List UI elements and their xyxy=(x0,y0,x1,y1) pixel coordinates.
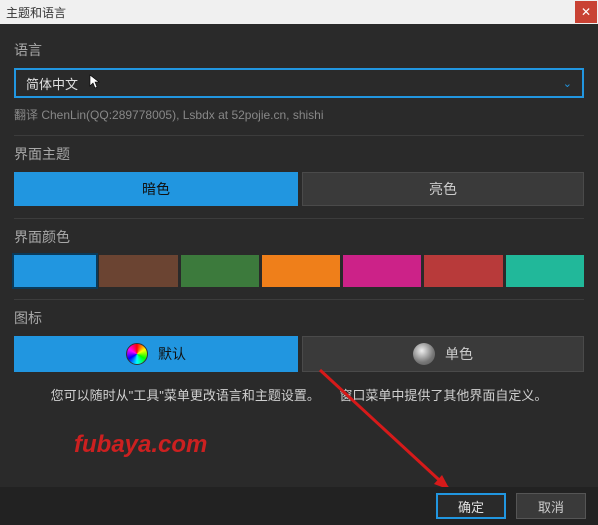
icons-default-label: 默认 xyxy=(158,344,186,364)
cancel-button[interactable]: 取消 xyxy=(516,493,586,519)
language-dropdown[interactable]: 简体中文 ⌄ xyxy=(14,68,584,98)
footer: 确定 取消 xyxy=(0,487,598,525)
theme-label: 界面主题 xyxy=(14,144,584,164)
window-title: 主题和语言 xyxy=(6,4,66,21)
color-swatch[interactable] xyxy=(262,255,340,287)
language-label: 语言 xyxy=(14,40,584,60)
color-swatch[interactable] xyxy=(424,255,502,287)
hint-text: 您可以随时从"工具"菜单更改语言和主题设置。 窗口菜单中提供了其他界面自定义。 xyxy=(14,386,584,407)
ok-button[interactable]: 确定 xyxy=(436,493,506,519)
color-swatch[interactable] xyxy=(343,255,421,287)
icons-mono-button[interactable]: 单色 xyxy=(302,336,584,372)
icons-label: 图标 xyxy=(14,308,584,328)
color-swatch[interactable] xyxy=(181,255,259,287)
color-label: 界面颜色 xyxy=(14,227,584,247)
cursor-icon xyxy=(88,74,102,93)
close-icon[interactable]: ✕ xyxy=(575,1,597,23)
watermark: fubaya.com xyxy=(14,431,584,459)
color-swatch[interactable] xyxy=(14,255,96,287)
translation-credits: 翻译 ChenLin(QQ:289778005), Lsbdx at 52poj… xyxy=(14,106,584,123)
divider xyxy=(14,299,584,300)
icons-mono-label: 单色 xyxy=(445,344,473,364)
theme-light-button[interactable]: 亮色 xyxy=(302,172,584,206)
divider xyxy=(14,135,584,136)
theme-dark-button[interactable]: 暗色 xyxy=(14,172,298,206)
color-swatch[interactable] xyxy=(99,255,177,287)
mono-circle-icon xyxy=(413,343,435,365)
color-swatch-row xyxy=(14,255,584,287)
icons-default-button[interactable]: 默认 xyxy=(14,336,298,372)
color-wheel-icon xyxy=(126,343,148,365)
titlebar: 主题和语言 ✕ xyxy=(0,0,598,24)
color-swatch[interactable] xyxy=(506,255,584,287)
divider xyxy=(14,218,584,219)
chevron-down-icon: ⌄ xyxy=(563,77,572,90)
language-selected: 简体中文 xyxy=(26,74,78,93)
